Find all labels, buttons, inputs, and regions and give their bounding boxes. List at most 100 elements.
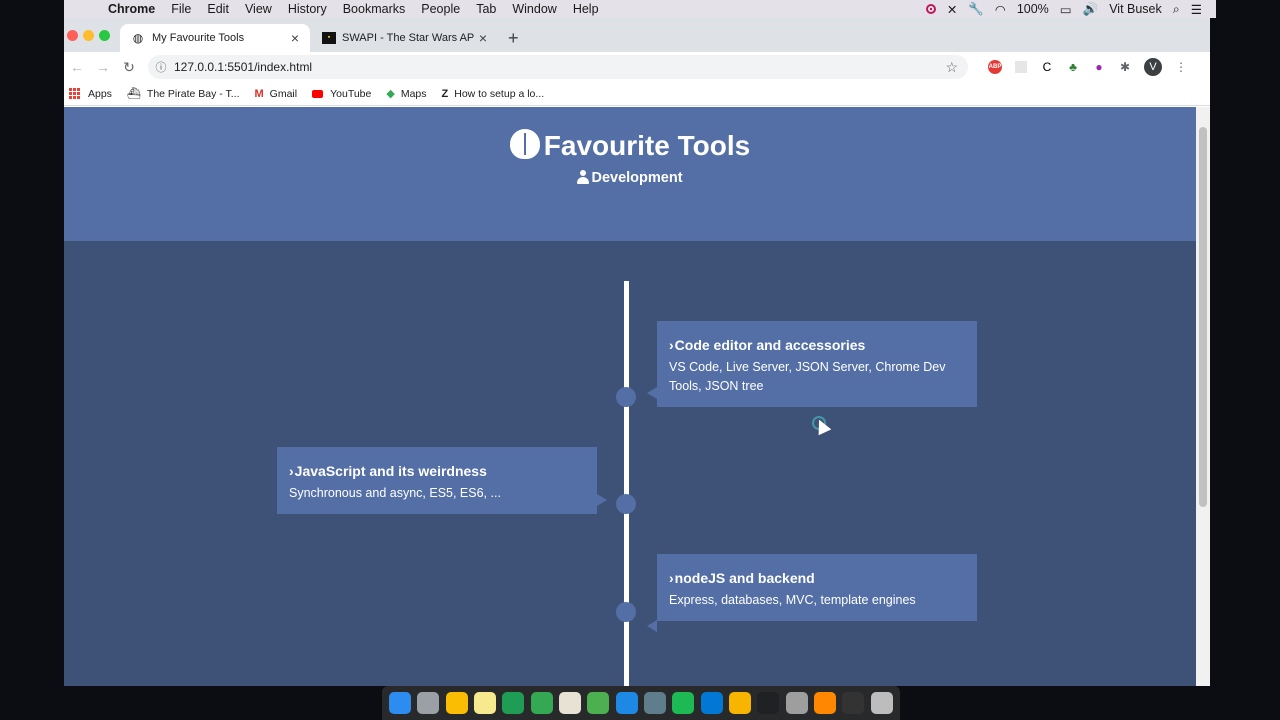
macos-menu-bar: Chrome File Edit View History Bookmarks … [64,0,1216,18]
bookmark-label: Apps [88,87,112,100]
bookmark-youtube[interactable]: YouTube [312,88,371,100]
battery-icon[interactable]: ▭ [1060,2,1072,17]
dock-app-icon[interactable] [644,692,667,714]
bookmark-maps[interactable]: ◆ Maps [386,87,426,101]
menu-edit[interactable]: Edit [207,2,229,16]
page-subtitle-text: Development [591,170,683,186]
spotlight-search-icon[interactable]: ⌕ [1173,2,1180,17]
swapi-favicon-icon: ▪ [322,32,336,44]
dock-app-icon[interactable] [530,692,553,714]
bookmark-apps[interactable]: Apps [69,88,112,100]
dock-app-icon[interactable] [700,692,723,714]
maps-icon: ◆ [386,88,395,100]
gmail-icon: M [254,87,264,100]
chevron-right-icon: › [289,463,294,479]
tab-strip: ◍ My Favourite Tools × ▪ SWAPI - The Sta… [64,18,1210,52]
menu-window[interactable]: Window [512,2,556,16]
card-description: VS Code, Live Server, JSON Server, Chrom… [669,360,946,393]
wifi-icon[interactable]: ◠ [995,2,1006,17]
tab-my-favourite-tools[interactable]: ◍ My Favourite Tools × [120,24,310,52]
user-icon [577,170,590,184]
tree-extension-icon[interactable]: ♣ [1060,60,1086,74]
page-viewport: Favourite Tools Development ›Code editor… [64,107,1196,686]
puzzle-extensions-icon[interactable]: ✱ [1112,60,1138,74]
profile-avatar[interactable]: V [1144,58,1162,76]
timeline-dot [616,387,636,407]
menu-app-chrome[interactable]: Chrome [108,2,155,16]
timeline-line [624,281,629,686]
tab-swapi[interactable]: ▪ SWAPI - The Star Wars API × [312,24,498,52]
dock-app-icon[interactable] [389,692,412,714]
extension-c-icon[interactable]: C [1034,60,1060,74]
menu-file[interactable]: File [171,2,191,16]
menu-history[interactable]: History [288,2,327,16]
bookmark-label: Gmail [269,87,298,100]
pirate-ship-icon: ⛴ [126,88,141,100]
window-minimize-button[interactable] [83,30,94,41]
menu-people[interactable]: People [421,2,460,16]
timeline-card-code-editor: ›Code editor and accessories VS Code, Li… [647,321,977,407]
dock-app-icon[interactable] [445,692,468,714]
window-close-button[interactable] [67,30,78,41]
tab-close-icon[interactable]: × [286,30,304,46]
page-subtitle: Development [64,170,1196,186]
menu-tab[interactable]: Tab [476,2,496,16]
purple-extension-icon[interactable]: ● [1086,60,1112,74]
card-title: nodeJS and backend [674,570,815,586]
card-title: Code editor and accessories [674,337,866,353]
tab-title: My Favourite Tools [152,32,245,44]
apps-grid-icon [69,88,80,99]
bookmark-star-icon[interactable]: ☆ [945,59,958,76]
battery-percent[interactable]: 100% [1017,2,1049,16]
chrome-window: ◍ My Favourite Tools × ▪ SWAPI - The Sta… [64,18,1210,686]
back-button[interactable]: ← [64,59,90,75]
tab-title: SWAPI - The Star Wars API [342,32,474,44]
brain-icon [509,129,540,159]
dock-app-icon[interactable] [814,692,837,714]
dock-app-icon[interactable] [615,692,638,714]
site-info-icon[interactable]: ⓘ [148,59,174,75]
dock-app-icon[interactable] [870,692,893,714]
bookmark-pirate-bay[interactable]: ⛴ The Pirate Bay - T... [126,87,240,101]
key-icon[interactable]: 🔧 [968,2,984,17]
dock-app-icon[interactable] [559,692,582,714]
dock-app-icon[interactable] [785,692,808,714]
bookmark-how-to-setup[interactable]: Z How to setup a lo... [442,88,545,100]
reload-button[interactable]: ↻ [116,59,142,76]
menu-bookmarks[interactable]: Bookmarks [343,2,406,16]
volume-icon[interactable]: 🔊 [1083,2,1099,17]
new-tab-button[interactable]: + [508,28,519,49]
dock-app-icon[interactable] [474,692,497,714]
page-header: Favourite Tools Development [64,107,1196,241]
timeline-dot [616,494,636,514]
tools-icon[interactable]: ✕ [947,2,957,17]
timeline-card-nodejs: ›nodeJS and backend Express, databases, … [647,554,977,632]
dock-app-icon[interactable] [757,692,780,714]
dock-app-icon[interactable] [417,692,440,714]
scrollbar-thumb[interactable] [1199,127,1207,507]
user-name[interactable]: Vit Busek [1109,2,1162,16]
address-bar[interactable]: ⓘ 127.0.0.1:5501/index.html ☆ [148,55,968,79]
dock-app-icon[interactable] [842,692,865,714]
notification-center-icon[interactable]: ☰ [1191,2,1202,17]
dock-app-icon[interactable] [587,692,610,714]
dock-app-icon[interactable] [502,692,525,714]
forward-button[interactable]: → [90,59,116,75]
chrome-menu-icon[interactable]: ⋮ [1168,60,1194,74]
bookmark-label: The Pirate Bay - T... [146,87,240,100]
url-text[interactable]: 127.0.0.1:5501/index.html [174,60,312,74]
page-scrollbar[interactable] [1196,107,1210,686]
adblock-extension-icon[interactable]: ABP [988,60,1002,74]
window-zoom-button[interactable] [99,30,110,41]
menu-help[interactable]: Help [573,2,599,16]
dock-app-icon[interactable] [729,692,752,714]
screen-record-icon[interactable] [925,4,936,14]
bookmark-gmail[interactable]: M Gmail [255,88,298,100]
bookmarks-bar: Apps ⛴ The Pirate Bay - T... M Gmail You… [64,82,1210,106]
timeline-dot [616,602,636,622]
menu-view[interactable]: View [245,2,272,16]
tab-close-icon[interactable]: × [474,30,492,46]
dock-app-icon[interactable] [672,692,695,714]
blank-extension-icon[interactable] [1015,61,1027,73]
bookmark-label: YouTube [330,87,372,100]
